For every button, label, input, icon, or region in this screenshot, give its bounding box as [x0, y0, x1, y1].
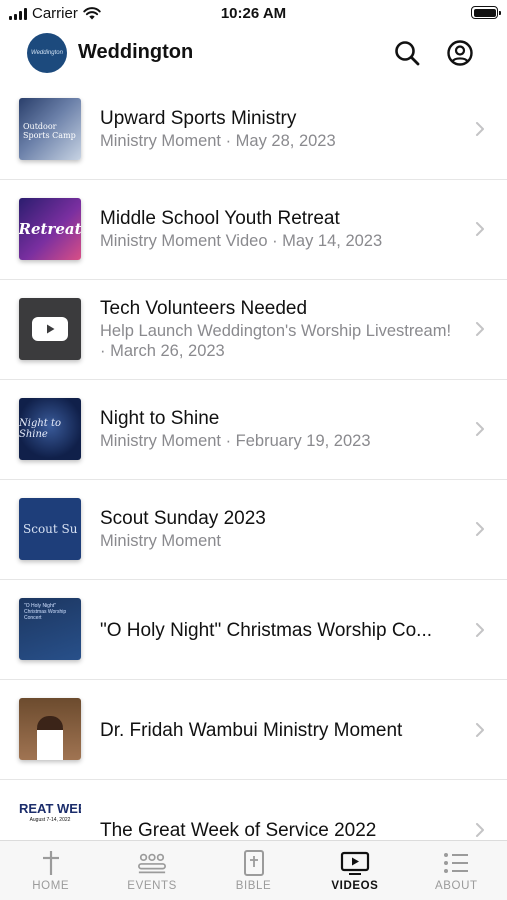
youtube-play-icon	[32, 317, 68, 341]
video-subtitle: Help Launch Weddington's Worship Livestr…	[100, 322, 452, 360]
video-thumbnail: "O Holy Night" Christmas Worship Concert	[19, 598, 81, 660]
chevron-right-icon	[476, 723, 484, 737]
video-thumbnail: Retreat	[19, 198, 81, 260]
video-text: Night to Shine Ministry Moment · Februar…	[100, 407, 455, 451]
page-title: Weddington	[78, 41, 194, 63]
chevron-right-icon	[476, 522, 484, 536]
video-list: Outdoor Sports Camp Upward Sports Minist…	[0, 80, 507, 840]
battery-icon	[471, 6, 501, 19]
video-subtitle: Ministry Moment · May 28, 2023	[100, 132, 336, 150]
tab-label: BIBLE	[235, 880, 272, 892]
video-title: Dr. Fridah Wambui Ministry Moment	[100, 720, 403, 741]
tab-label: VIDEOS	[331, 880, 379, 892]
video-thumbnail	[19, 698, 81, 760]
thumbnail-text: REAT WEEK	[19, 801, 81, 816]
video-item-great-week[interactable]: REAT WEEK August 7-14, 2022 The Great We…	[0, 780, 507, 840]
app-header: Weddington Weddington	[0, 28, 507, 78]
cross-icon	[36, 850, 66, 876]
video-item-tech-volunteers[interactable]: Tech Volunteers Needed Help Launch Weddi…	[0, 280, 507, 380]
chevron-right-icon	[476, 422, 484, 436]
video-thumbnail: Outdoor Sports Camp	[19, 98, 81, 160]
video-play-icon	[340, 850, 370, 876]
tab-home[interactable]: HOME	[0, 841, 101, 900]
tab-label: HOME	[32, 880, 70, 892]
video-item-youth-retreat[interactable]: Retreat Middle School Youth Retreat Mini…	[0, 180, 507, 280]
thumbnail-text: Scout Su	[23, 522, 78, 536]
chevron-right-icon	[476, 122, 484, 136]
video-title: Upward Sports Ministry	[100, 108, 297, 129]
video-thumbnail: Night to Shine	[19, 398, 81, 460]
video-title: "O Holy Night" Christmas Worship Co...	[100, 620, 432, 641]
video-title: Scout Sunday 2023	[100, 508, 266, 529]
tab-bible[interactable]: BIBLE	[203, 841, 304, 900]
video-item-night-to-shine[interactable]: Night to Shine Night to Shine Ministry M…	[0, 380, 507, 480]
chevron-right-icon	[476, 222, 484, 236]
thumbnail-text: "O Holy Night" Christmas Worship Concert	[24, 603, 67, 621]
thumbnail-date: August 7-14, 2022	[29, 817, 71, 823]
video-title: Night to Shine	[100, 408, 220, 429]
video-subtitle: Ministry Moment	[100, 532, 222, 550]
video-item-fridah-wambui[interactable]: Dr. Fridah Wambui Ministry Moment	[0, 680, 507, 780]
video-subtitle: Ministry Moment Video · May 14, 2023	[100, 232, 383, 250]
tab-label: ABOUT	[435, 880, 478, 892]
chevron-right-icon	[476, 322, 484, 336]
video-text: Tech Volunteers Needed Help Launch Weddi…	[100, 297, 455, 361]
video-text: Dr. Fridah Wambui Ministry Moment	[100, 719, 455, 742]
thumbnail-text: Outdoor Sports Camp	[23, 122, 76, 140]
status-time: 10:26 AM	[220, 5, 287, 22]
video-text: "O Holy Night" Christmas Worship Co...	[100, 619, 455, 642]
list-icon	[441, 850, 471, 876]
tab-label: EVENTS	[127, 880, 177, 892]
video-item-upward-sports[interactable]: Outdoor Sports Camp Upward Sports Minist…	[0, 80, 507, 180]
bible-icon	[239, 850, 269, 876]
chevron-right-icon	[476, 823, 484, 837]
video-title: Middle School Youth Retreat	[100, 208, 340, 229]
tab-videos[interactable]: VIDEOS	[304, 841, 405, 900]
tab-bar: HOME EVENTS BIBLE VIDEOS ABOUT	[0, 840, 507, 900]
search-button[interactable]	[393, 39, 421, 67]
video-thumbnail	[19, 298, 81, 360]
status-bar: Carrier 10:26 AM	[0, 0, 507, 28]
thumbnail-text: Retreat	[19, 220, 81, 238]
video-subtitle: Ministry Moment · February 19, 2023	[100, 432, 371, 450]
thumbnail-text: Night to Shine	[19, 418, 62, 440]
video-item-scout-sunday[interactable]: Scout Su Scout Sunday 2023 Ministry Mome…	[0, 480, 507, 580]
chevron-right-icon	[476, 623, 484, 637]
profile-button[interactable]	[446, 39, 474, 67]
video-text: Middle School Youth Retreat Ministry Mom…	[100, 207, 455, 251]
church-logo: Weddington	[27, 33, 67, 73]
user-icon	[447, 40, 473, 66]
tab-events[interactable]: EVENTS	[101, 841, 202, 900]
video-text: Scout Sunday 2023 Ministry Moment	[100, 507, 455, 551]
video-title: The Great Week of Service 2022	[100, 820, 377, 840]
video-item-holy-night[interactable]: "O Holy Night" Christmas Worship Concert…	[0, 580, 507, 680]
tab-about[interactable]: ABOUT	[406, 841, 507, 900]
video-thumbnail: Scout Su	[19, 498, 81, 560]
search-icon	[395, 41, 420, 66]
people-icon	[137, 850, 167, 876]
video-title: Tech Volunteers Needed	[100, 298, 308, 319]
video-text: The Great Week of Service 2022	[100, 819, 455, 840]
logo-text: Weddington	[31, 50, 63, 56]
video-thumbnail: REAT WEEK August 7-14, 2022	[19, 798, 81, 840]
person-photo	[37, 716, 63, 760]
video-text: Upward Sports Ministry Ministry Moment ·…	[100, 107, 455, 151]
